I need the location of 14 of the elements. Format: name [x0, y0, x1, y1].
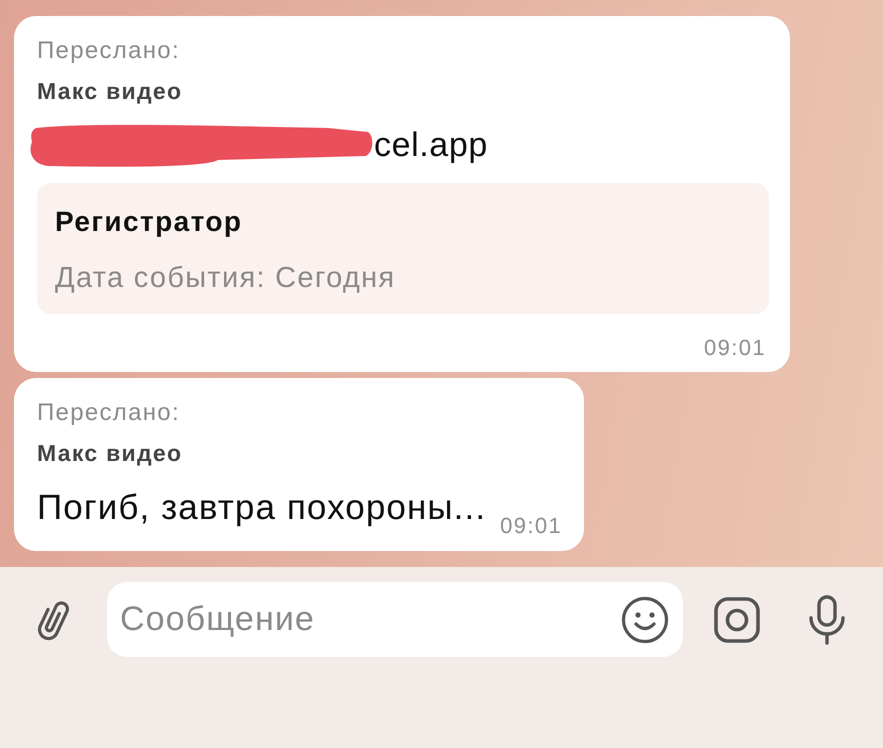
message-time: 09:01 — [704, 335, 766, 361]
forwarded-sender[interactable]: Макс видео — [37, 76, 769, 106]
message-text: Погиб, завтра похороны... — [37, 487, 486, 529]
message-field[interactable]: Сообщение — [107, 582, 683, 657]
forwarded-sender[interactable]: Макс видео — [37, 438, 562, 468]
camera-icon[interactable] — [714, 596, 760, 642]
link-text[interactable]: cel.app — [374, 125, 488, 165]
forwarded-label: Переслано: — [37, 36, 181, 66]
preview-title: Регистратор — [55, 205, 244, 239]
smiley-icon[interactable] — [621, 596, 669, 644]
preview-subtitle: Дата события: Сегодня — [55, 261, 396, 295]
forwarded-label: Переслано: — [37, 398, 181, 428]
link-preview-card[interactable]: Регистратор Дата события: Сегодня — [37, 183, 769, 314]
message-time: 09:01 — [500, 513, 562, 539]
